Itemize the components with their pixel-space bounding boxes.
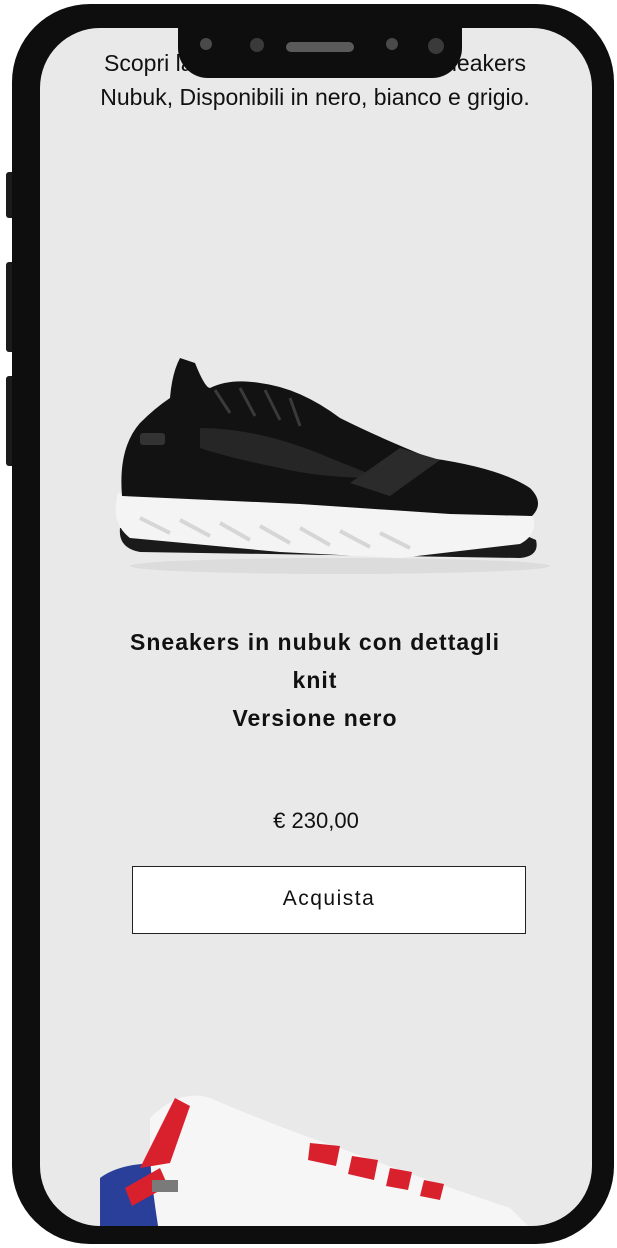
product-title-line: Sneakers in nubuk con dettagli bbox=[130, 629, 500, 655]
product-title: Sneakers in nubuk con dettagli knit Vers… bbox=[60, 623, 570, 737]
proximity-sensor-icon bbox=[386, 38, 398, 50]
product-title-line: knit bbox=[292, 667, 338, 693]
white-red-blue-sneaker-image bbox=[40, 1068, 592, 1226]
sensor-icon bbox=[200, 38, 212, 50]
front-camera-icon bbox=[250, 38, 264, 52]
product-price: € 230,00 bbox=[273, 808, 359, 833]
camera-lens-icon bbox=[428, 38, 444, 54]
phone-notch bbox=[178, 28, 462, 78]
phone-frame: Scopri la collezione delle nuove sneaker… bbox=[12, 4, 614, 1244]
black-sneaker-image bbox=[100, 328, 550, 583]
product-variant: Versione nero bbox=[232, 705, 398, 731]
earpiece-speaker-icon bbox=[286, 42, 354, 52]
buy-button[interactable]: Acquista bbox=[132, 866, 526, 934]
phone-screen: Scopri la collezione delle nuove sneaker… bbox=[40, 28, 592, 1226]
